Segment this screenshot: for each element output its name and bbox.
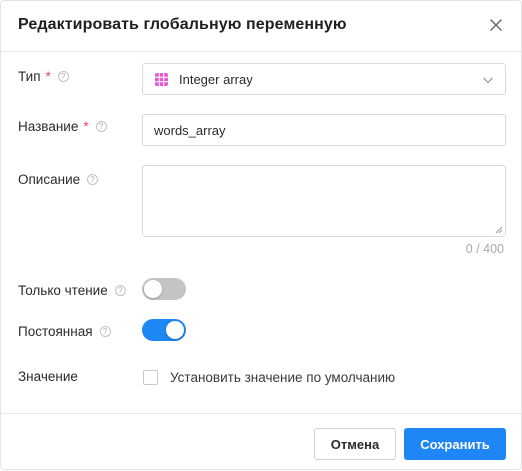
dialog-title: Редактировать глобальную переменную <box>18 16 347 33</box>
name-input-value: words_array <box>154 123 226 138</box>
default-value-checkbox-label[interactable]: Установить значение по умолчанию <box>170 370 395 385</box>
required-mark: * <box>45 69 51 84</box>
name-label-row: Название * ? <box>18 119 107 134</box>
name-label: Название <box>18 119 79 134</box>
type-label: Тип <box>18 69 41 84</box>
resize-grip-icon[interactable] <box>495 226 503 234</box>
type-select-value: Integer array <box>179 72 253 87</box>
toggle-knob <box>144 280 162 298</box>
chevron-down-icon <box>483 77 493 84</box>
question-circle-icon: ? <box>87 174 99 185</box>
description-char-counter: 0 / 400 <box>465 242 504 256</box>
value-label-row: Значение <box>18 369 78 384</box>
toggle-knob <box>166 321 184 339</box>
description-label-row: Описание ? <box>18 172 99 187</box>
question-circle-icon: ? <box>114 285 126 296</box>
constant-label-row: Постоянная ? <box>18 324 111 339</box>
save-button[interactable]: Сохранить <box>404 428 506 460</box>
question-circle-icon: ? <box>99 326 111 337</box>
description-textarea[interactable] <box>142 165 506 237</box>
name-input[interactable]: words_array <box>142 114 506 146</box>
cancel-button[interactable]: Отмена <box>314 428 396 460</box>
readonly-label-row: Только чтение ? <box>18 283 126 298</box>
edit-global-variable-dialog: Редактировать глобальную переменную Тип *… <box>0 0 522 470</box>
description-label: Описание <box>18 172 81 187</box>
constant-label: Постоянная <box>18 324 93 339</box>
constant-toggle[interactable] <box>142 319 186 341</box>
readonly-label: Только чтение <box>18 283 108 298</box>
required-mark: * <box>83 119 89 134</box>
dialog-header: Редактировать глобальную переменную <box>1 1 521 52</box>
question-circle-icon: ? <box>57 71 69 82</box>
readonly-toggle[interactable] <box>142 278 186 300</box>
type-label-row: Тип * ? <box>18 69 69 84</box>
close-icon[interactable] <box>487 16 505 34</box>
question-circle-icon: ? <box>95 121 107 132</box>
type-select[interactable]: Integer array <box>142 63 506 95</box>
grid-icon <box>155 73 168 86</box>
value-label: Значение <box>18 369 78 384</box>
default-value-checkbox[interactable] <box>143 370 158 385</box>
